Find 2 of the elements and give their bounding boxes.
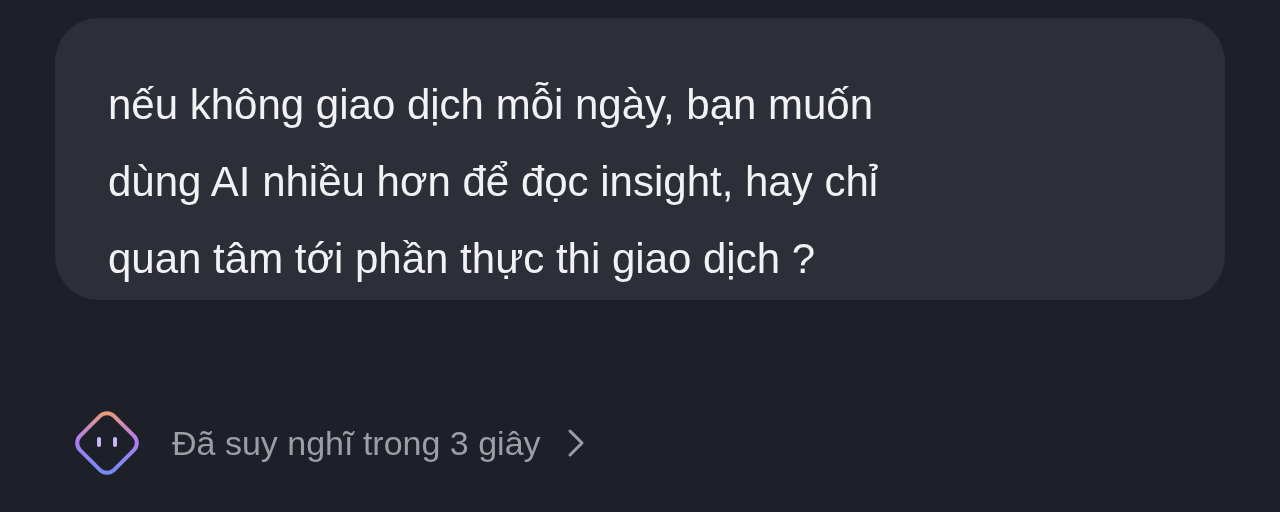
message-text: nếu không giao dịch mỗi ngày, bạn muốn dùng AI nhiều hơn để đọc insight, hay chỉ quan tâm tới phần thực thi giao dịch ? (108, 80, 879, 284)
thinking-toggle[interactable]: Đã suy nghĩ trong 3 giây (172, 417, 585, 469)
